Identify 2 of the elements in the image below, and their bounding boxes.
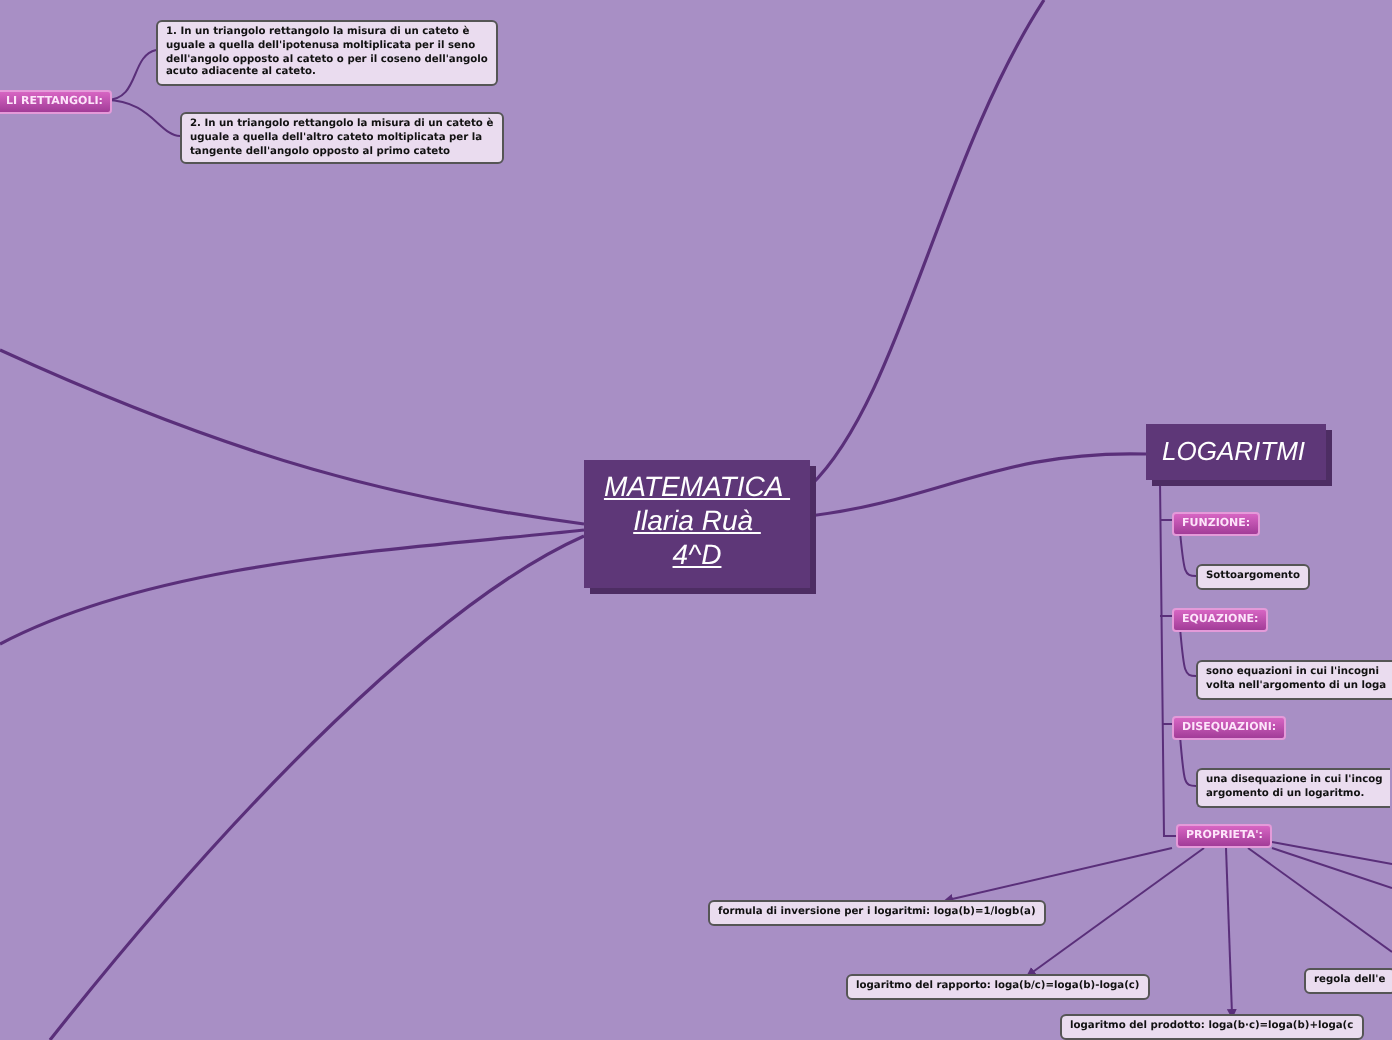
central-topic: MATEMATICA Ilaria Ruà 4^D	[584, 460, 810, 588]
main-topic: LOGARITMI	[1146, 424, 1326, 480]
